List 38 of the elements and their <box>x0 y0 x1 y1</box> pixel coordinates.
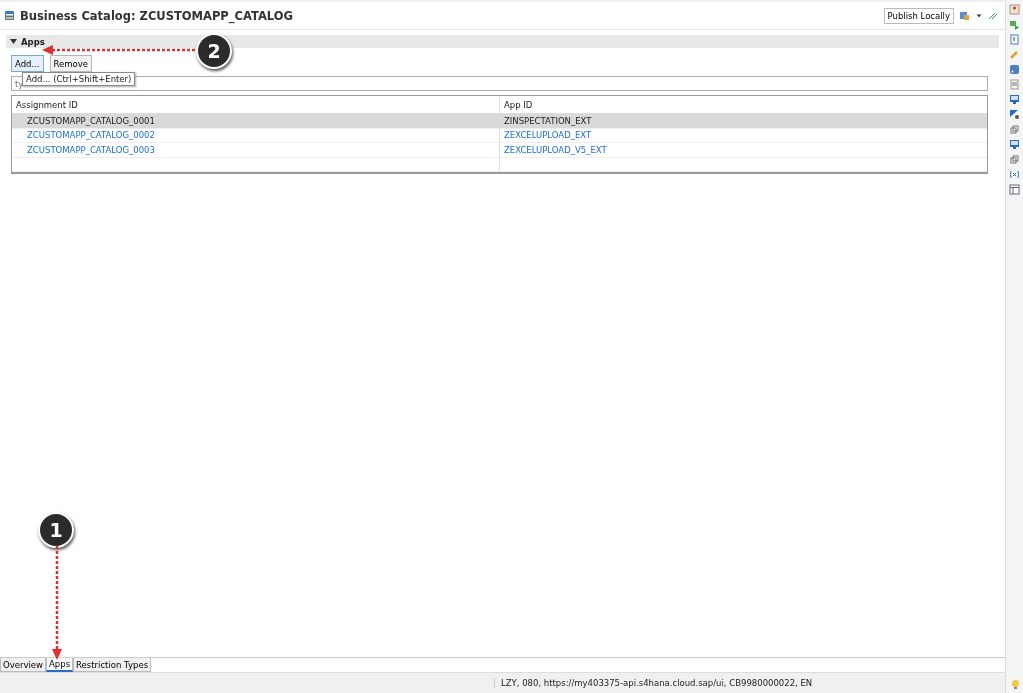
table-cell-text: ZCUSTOMAPP_CATALOG_0001 <box>26 114 156 128</box>
editor-tab[interactable]: Overview <box>0 658 47 672</box>
tooltip: Add... (Ctrl+Shift+Enter) <box>22 72 136 86</box>
document-icon[interactable] <box>1009 34 1020 45</box>
edit-icon[interactable] <box>988 10 999 21</box>
restore-icon[interactable] <box>1009 124 1020 135</box>
table-row[interactable]: ZCUSTOMAPP_CATALOG_0001 ZINSPECTATION_EXT <box>12 114 987 129</box>
table-row[interactable]: ZCUSTOMAPP_CATALOG_0003 ZEXCELUPLOAD_V5_EXT <box>12 143 987 158</box>
step-marker: 2 <box>196 33 232 69</box>
variables-icon[interactable] <box>1009 169 1020 180</box>
column-header[interactable]: App ID <box>499 96 987 113</box>
lightbulb-icon[interactable] <box>1010 679 1021 690</box>
editor-title: Business Catalog: ZCUSTOMAPP_CATALOG <box>20 8 294 23</box>
table-cell: ZEXCELUPLOAD_V5_EXT <box>499 143 987 157</box>
table-cell-text: ZCUSTOMAPP_CATALOG_0003 <box>26 143 156 157</box>
expand-caret-icon[interactable] <box>10 39 17 44</box>
add-button[interactable]: Add... <box>11 55 44 72</box>
publish-locally-button[interactable]: Publish Locally <box>883 7 954 24</box>
editor-tab[interactable]: Restriction Types <box>73 658 152 672</box>
monitor-icon[interactable] <box>1009 94 1020 105</box>
editor-tab[interactable]: Apps <box>46 658 74 672</box>
step-marker: 1 <box>38 512 74 548</box>
table-cell: ZEXCELUPLOAD_EXT <box>499 128 987 142</box>
restore-icon[interactable] <box>1009 154 1020 165</box>
catalog-icon <box>4 10 15 21</box>
table-cell-text: ZCUSTOMAPP_CATALOG_0002 <box>26 129 156 142</box>
table-icon[interactable] <box>1009 184 1020 195</box>
remove-button[interactable]: Remove <box>49 55 93 72</box>
note-icon[interactable] <box>1009 79 1020 90</box>
run-icon[interactable] <box>1009 19 1020 30</box>
table-row[interactable]: ZCUSTOMAPP_CATALOG_0002 ZEXCELUPLOAD_EXT <box>12 128 987 143</box>
column-header[interactable]: Assignment ID <box>12 96 499 113</box>
monitor-icon[interactable] <box>1009 139 1020 150</box>
report-icon[interactable] <box>1009 4 1020 15</box>
section-title: Apps <box>21 36 45 47</box>
status-text: LZY, 080, https://my403375-api.s4hana.cloud.sap/ui, CB9980000022, EN <box>494 678 813 688</box>
deploy-icon[interactable] <box>959 10 970 21</box>
table-cell: ZINSPECTATION_EXT <box>499 114 987 128</box>
